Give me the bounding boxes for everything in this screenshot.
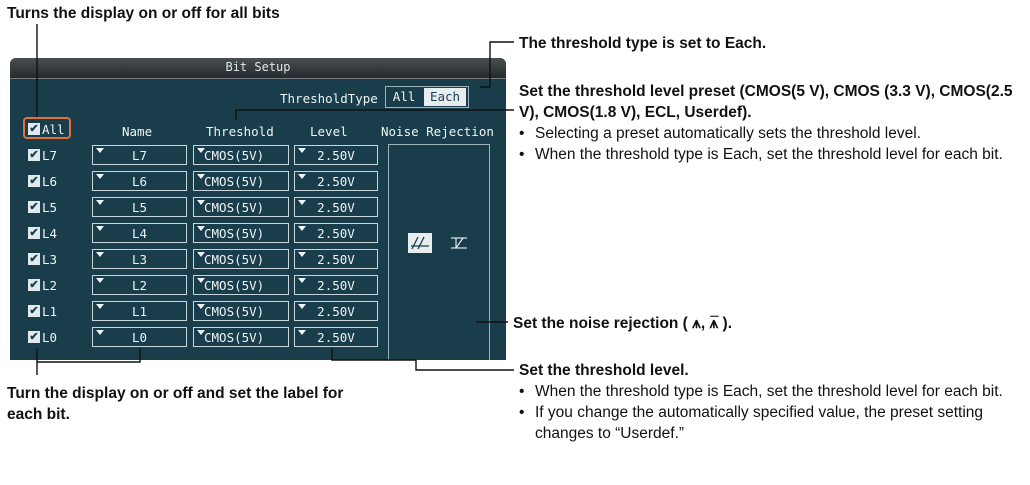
threshold-preset-dropdown[interactable]: CMOS(5V) [193,327,289,347]
threshold-preset-dropdown[interactable]: CMOS(5V) [193,301,289,321]
threshold-type-all-option[interactable]: All [388,88,420,106]
bit-name-value: L1 [131,304,148,319]
bit-name-value: L7 [131,148,148,163]
bit-label: L7 [42,148,58,163]
column-header-level: Level [310,124,348,139]
threshold-preset-value: CMOS(5V) [204,226,265,241]
threshold-type-each-option[interactable]: Each [424,88,466,106]
annotation-level-bullet: When the threshold type is Each, set the… [519,381,1025,402]
bit-label: L0 [42,330,58,345]
bit-label: L4 [42,226,58,241]
bit-setup-dialog: Bit Setup ThresholdType All Each ✔ All N… [10,58,506,360]
annotation-preset: Set the threshold level preset (CMOS(5 V… [519,81,1025,165]
annotation-level-bullet: If you change the automatically specifie… [519,402,1025,444]
bit-name-field[interactable]: L3 [92,249,187,269]
threshold-preset-value: CMOS(5V) [204,330,265,345]
threshold-level-field[interactable]: 2.50V [294,145,378,165]
bit-checkbox-l6[interactable]: ✔ [28,175,40,187]
dialog-title: Bit Setup [225,60,291,74]
bit-name-field[interactable]: L7 [92,145,187,165]
threshold-level-value: 2.50V [317,200,355,215]
threshold-preset-dropdown[interactable]: CMOS(5V) [193,171,289,191]
bit-name-field[interactable]: L2 [92,275,187,295]
annotation-label-each-bit: Turn the display on or off and set the l… [7,385,344,423]
bit-name-field[interactable]: L1 [92,301,187,321]
bit-label: L2 [42,278,58,293]
noise-rejection-box [388,144,490,360]
bit-checkbox-l1[interactable]: ✔ [28,305,40,317]
threshold-preset-value: CMOS(5V) [204,252,265,267]
threshold-preset-dropdown[interactable]: CMOS(5V) [193,197,289,217]
bit-name-field[interactable]: L5 [92,197,187,217]
threshold-level-field[interactable]: 2.50V [294,327,378,347]
bit-label: L1 [42,304,58,319]
threshold-level-value: 2.50V [317,304,355,319]
threshold-level-value: 2.50V [317,226,355,241]
bit-name-value: L6 [131,174,148,189]
threshold-preset-value: CMOS(5V) [204,174,265,189]
threshold-level-field[interactable]: 2.50V [294,171,378,191]
threshold-level-value: 2.50V [317,252,355,267]
threshold-level-field[interactable]: 2.50V [294,301,378,321]
bit-checkbox-l0[interactable]: ✔ [28,331,40,343]
threshold-preset-value: CMOS(5V) [204,278,265,293]
annotation-preset-title: Set the threshold level preset (CMOS(5 V… [519,83,1013,121]
all-checkbox[interactable]: ✔ [28,123,40,135]
callout-line-level-b [415,360,514,371]
bit-name-field[interactable]: L4 [92,223,187,243]
noise-rejection-off-icon [451,237,467,249]
bit-name-field[interactable]: L0 [92,327,187,347]
threshold-type-label: ThresholdType [280,91,378,106]
bit-name-value: L4 [131,226,148,241]
bit-label: L5 [42,200,58,215]
threshold-level-field[interactable]: 2.50V [294,197,378,217]
column-header-noise-rejection: Noise Rejection [381,124,494,139]
annotation-level: Set the threshold level. When the thresh… [519,360,1025,444]
bit-checkbox-l5[interactable]: ✔ [28,201,40,213]
threshold-preset-value: CMOS(5V) [204,148,265,163]
annotation-display-all: Turns the display on or off for all bits [7,5,280,22]
annotation-preset-bullet: Selecting a preset automatically sets th… [519,123,1025,144]
all-label: All [42,122,65,137]
annotation-level-bullets: When the threshold type is Each, set the… [519,381,1025,444]
threshold-level-field[interactable]: 2.50V [294,223,378,243]
threshold-preset-dropdown[interactable]: CMOS(5V) [193,145,289,165]
bit-label: L6 [42,174,58,189]
threshold-level-value: 2.50V [317,278,355,293]
bit-checkbox-l2[interactable]: ✔ [28,279,40,291]
bit-name-value: L0 [131,330,148,345]
annotation-preset-bullets: Selecting a preset automatically sets th… [519,123,1025,165]
annotation-noise-rejection: Set the noise rejection ( ⩚, ⩚̅ ). [513,313,732,334]
annotation-preset-bullet: When the threshold type is Each, set the… [519,144,1025,165]
noise-rejection-off-button[interactable] [447,233,471,253]
bit-name-value: L2 [131,278,148,293]
annotation-level-title: Set the threshold level. [519,362,689,379]
bit-checkbox-l7[interactable]: ✔ [28,149,40,161]
bit-name-field[interactable]: L6 [92,171,187,191]
threshold-preset-value: CMOS(5V) [204,304,265,319]
threshold-level-field[interactable]: 2.50V [294,249,378,269]
bit-name-value: L5 [131,200,148,215]
annotation-threshold-type: The threshold type is set to Each. [519,35,767,52]
column-header-threshold: Threshold [206,124,274,139]
bit-checkbox-l3[interactable]: ✔ [28,253,40,265]
column-header-name: Name [122,124,153,139]
threshold-level-field[interactable]: 2.50V [294,275,378,295]
bit-label: L3 [42,252,58,267]
threshold-preset-dropdown[interactable]: CMOS(5V) [193,249,289,269]
bit-checkbox-l4[interactable]: ✔ [28,227,40,239]
threshold-preset-dropdown[interactable]: CMOS(5V) [193,223,289,243]
threshold-preset-value: CMOS(5V) [204,200,265,215]
threshold-level-value: 2.50V [317,148,355,163]
annotation-noise-rejection-text: Set the noise rejection ( ⩚, ⩚̅ ). [513,315,733,332]
threshold-level-value: 2.50V [317,174,355,189]
dialog-titlebar: Bit Setup [10,58,506,79]
noise-rejection-on-icon [411,236,429,250]
threshold-level-value: 2.50V [317,330,355,345]
noise-rejection-on-button[interactable] [408,233,432,253]
bit-name-value: L3 [131,252,148,267]
threshold-preset-dropdown[interactable]: CMOS(5V) [193,275,289,295]
